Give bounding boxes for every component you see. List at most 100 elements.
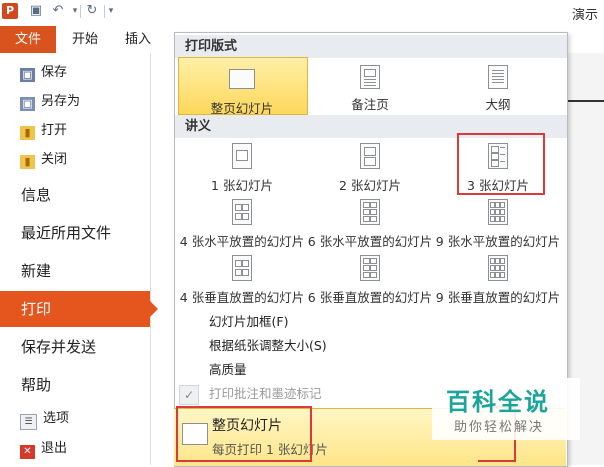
thumb-cell bbox=[236, 150, 248, 161]
nav-options-label: 选项 bbox=[43, 411, 70, 426]
nav-help[interactable]: 帮助 bbox=[21, 367, 51, 403]
undo-icon[interactable]: ↶ bbox=[50, 3, 66, 19]
close-folder-icon: ▮ bbox=[20, 155, 35, 169]
nav-new[interactable]: 新建 bbox=[21, 253, 51, 289]
exit-icon: ✕ bbox=[20, 445, 35, 459]
handout-4-vertical[interactable]: 4 张垂直放置的幻灯片 bbox=[178, 255, 306, 306]
watermark-subtitle: 助你轻松解决 bbox=[454, 420, 545, 435]
handout-1-thumb-icon bbox=[232, 143, 252, 169]
thumb-cell bbox=[235, 213, 242, 220]
full-page-thumb-icon bbox=[229, 69, 255, 89]
tab-insert[interactable]: 插入 bbox=[125, 26, 151, 53]
menu-print-comments[interactable]: 打印批注和墨迹标记 bbox=[209, 383, 322, 405]
handout-6v-thumb-icon bbox=[360, 255, 380, 281]
nav-exit[interactable]: ✕ 退出 bbox=[20, 435, 67, 463]
redo-icon[interactable]: ↻ bbox=[84, 3, 100, 19]
menu-high-quality[interactable]: 高质量 bbox=[209, 359, 247, 381]
nav-print-label: 打印 bbox=[21, 300, 52, 318]
thumb-cell bbox=[364, 147, 376, 156]
thumb-cell bbox=[364, 69, 376, 77]
section-header-layout: 打印版式 bbox=[175, 35, 567, 58]
thumb-cell bbox=[363, 216, 370, 222]
handout-1-slide[interactable]: 1 张幻灯片 bbox=[178, 143, 306, 194]
thumb-cell bbox=[364, 157, 376, 166]
tab-home[interactable]: 开始 bbox=[72, 26, 98, 53]
nav-close[interactable]: ▮ 关闭 bbox=[20, 146, 67, 174]
powerpoint-app-icon[interactable]: P bbox=[2, 3, 18, 19]
handout-9h-label: 9 张水平放置的幻灯片 bbox=[435, 234, 561, 249]
thumb-cell bbox=[242, 269, 249, 276]
thumb-cell bbox=[500, 265, 505, 271]
handout-4v-thumb-icon bbox=[232, 255, 252, 281]
thumb-cell bbox=[500, 216, 505, 222]
nav-open[interactable]: ▮ 打开 bbox=[20, 117, 67, 145]
thumb-cell bbox=[370, 272, 377, 278]
handout-9-vertical[interactable]: 9 张垂直放置的幻灯片 bbox=[434, 255, 562, 306]
menu-frame-slides[interactable]: 幻灯片加框(F) bbox=[209, 311, 288, 333]
thumb-cell bbox=[500, 202, 505, 208]
thumb-cell bbox=[363, 272, 370, 278]
watermark-title: 百科全说 bbox=[446, 388, 550, 416]
thumb-lines bbox=[489, 68, 507, 83]
menu-scale-to-paper[interactable]: 根据纸张调整大小(S) bbox=[209, 335, 327, 357]
thumb-cell bbox=[235, 269, 242, 276]
thumb-cell bbox=[370, 258, 377, 264]
thumb-cell bbox=[370, 216, 377, 222]
handout-1-label: 1 张幻灯片 bbox=[211, 178, 273, 193]
nav-options[interactable]: ☰ 选项 bbox=[20, 405, 69, 433]
backstage-nav: ▣ 保存 ▣ 另存为 ▮ 打开 ▮ 关闭 信息 最近所用文件 新建 打印 保存并发送 帮… bbox=[0, 53, 158, 465]
nav-save[interactable]: ▣ 保存 bbox=[20, 59, 67, 87]
nav-print[interactable]: 打印 bbox=[0, 291, 158, 327]
handout-2-slides[interactable]: 2 张幻灯片 bbox=[306, 143, 434, 194]
handout-4h-thumb-icon bbox=[232, 199, 252, 225]
thumb-cell bbox=[363, 202, 370, 208]
handout-2-label: 2 张幻灯片 bbox=[339, 178, 401, 193]
tab-file[interactable]: 文件 bbox=[0, 26, 56, 53]
handout-4h-label: 4 张水平放置的幻灯片 bbox=[179, 234, 305, 249]
thumb-cell bbox=[363, 265, 370, 271]
handout-6h-thumb-icon bbox=[360, 199, 380, 225]
preview-divider bbox=[568, 100, 604, 102]
layout-notes-page[interactable]: 备注页 bbox=[306, 65, 434, 113]
check-icon: ✓ bbox=[179, 385, 199, 405]
handout-6-horizontal[interactable]: 6 张水平放置的幻灯片 bbox=[306, 199, 434, 250]
handout-6h-label: 6 张水平放置的幻灯片 bbox=[307, 234, 433, 249]
layout-full-page[interactable]: 整页幻灯片 bbox=[178, 65, 306, 117]
nav-info[interactable]: 信息 bbox=[21, 177, 51, 213]
nav-save-as[interactable]: ▣ 另存为 bbox=[20, 88, 80, 116]
layout-header-label: 打印版式 bbox=[185, 39, 238, 54]
thumb-cell bbox=[500, 258, 505, 264]
nav-exit-label: 退出 bbox=[41, 441, 68, 456]
title-bar: P ▣ ↶ ▾ ↻ ▾ 演示 bbox=[0, 0, 604, 26]
toolbar-separator bbox=[104, 5, 105, 18]
annotation-box-3-slides bbox=[457, 133, 545, 195]
handout-6-vertical[interactable]: 6 张垂直放置的幻灯片 bbox=[306, 255, 434, 306]
thumb-cell bbox=[242, 204, 249, 211]
save-icon[interactable]: ▣ bbox=[28, 3, 44, 19]
nav-open-label: 打开 bbox=[41, 123, 68, 138]
options-icon: ☰ bbox=[20, 414, 37, 430]
layout-outline[interactable]: 大纲 bbox=[434, 65, 562, 113]
handout-4v-label: 4 张垂直放置的幻灯片 bbox=[179, 290, 305, 305]
nav-save-send[interactable]: 保存并发送 bbox=[21, 329, 96, 365]
thumb-cell bbox=[363, 209, 370, 215]
thumb-cell bbox=[242, 260, 249, 267]
thumb-cell bbox=[242, 213, 249, 220]
thumb-lines bbox=[361, 77, 379, 86]
handout-2-thumb-icon bbox=[360, 143, 380, 169]
nav-recent[interactable]: 最近所用文件 bbox=[21, 215, 111, 251]
undo-dropdown-icon[interactable]: ▾ bbox=[70, 3, 80, 19]
handout-4-horizontal[interactable]: 4 张水平放置的幻灯片 bbox=[178, 199, 306, 250]
handout-9v-label: 9 张垂直放置的幻灯片 bbox=[435, 290, 561, 305]
handout-9-horizontal[interactable]: 9 张水平放置的幻灯片 bbox=[434, 199, 562, 250]
layout-outline-label: 大纲 bbox=[485, 97, 511, 112]
thumb-cell bbox=[235, 204, 242, 211]
watermark-logo: 百科全说 助你轻松解决 bbox=[432, 378, 580, 440]
active-arrow-icon bbox=[150, 301, 158, 317]
customize-icon[interactable]: ▾ bbox=[106, 3, 116, 19]
thumb-cell bbox=[363, 258, 370, 264]
outline-thumb-icon bbox=[488, 65, 508, 89]
save-as-icon: ▣ bbox=[20, 97, 35, 111]
nav-close-label: 关闭 bbox=[41, 152, 68, 167]
thumb-cell bbox=[370, 209, 377, 215]
